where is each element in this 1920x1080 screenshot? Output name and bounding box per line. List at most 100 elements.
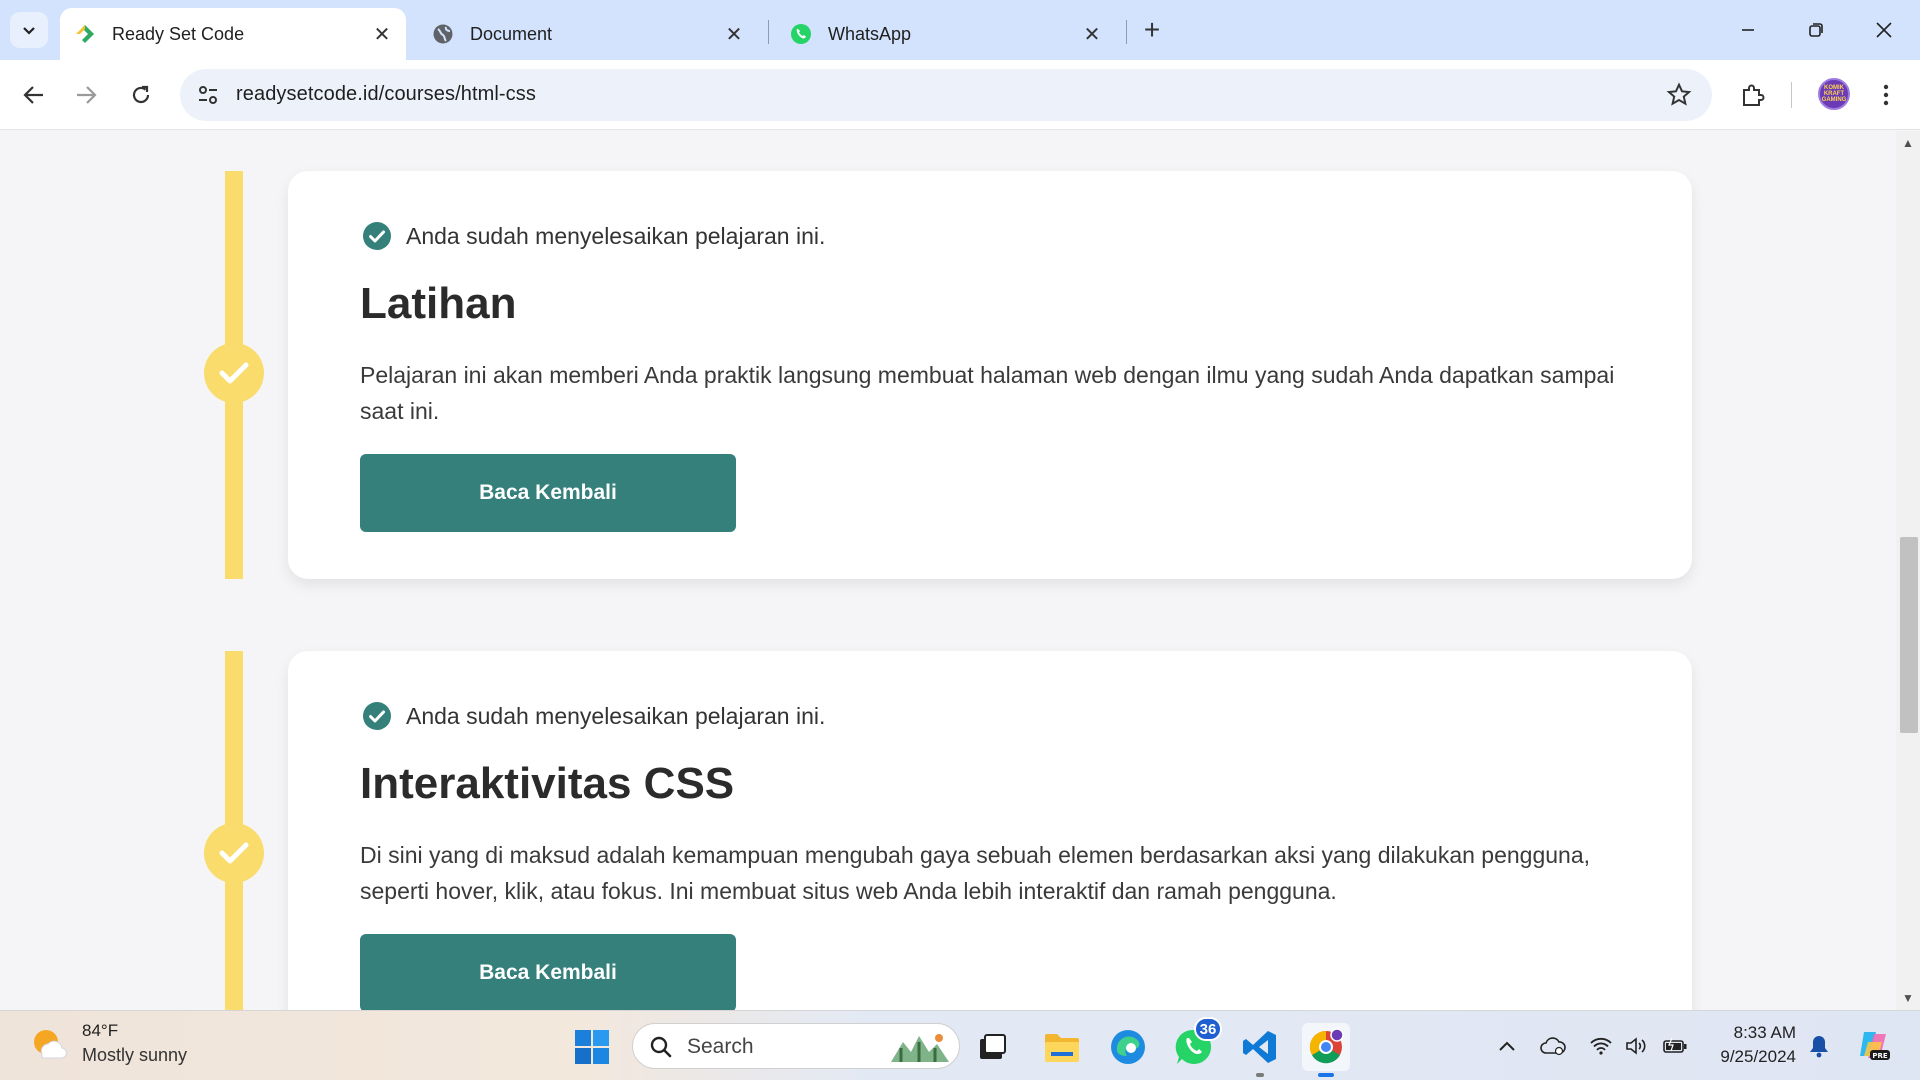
reload-icon — [132, 85, 150, 104]
browser-tab-strip: Ready Set Code ✕ Document ✕ WhatsApp ✕ + — [0, 0, 1920, 60]
task-view-icon — [980, 1034, 1006, 1059]
page-scrollbar[interactable]: ▲ ▼ — [1896, 131, 1920, 1010]
windows-taskbar: 84°F Mostly sunny Search 36 8:33 AM 9/25… — [0, 1010, 1920, 1080]
tab-search-button[interactable] — [10, 12, 48, 48]
tab-label: Document — [470, 23, 553, 44]
profile-avatar[interactable]: KOMIK KRAFT GAMING — [1818, 78, 1850, 110]
url-text[interactable]: readysetcode.id/courses/html-css — [236, 83, 536, 106]
site-settings-icon[interactable] — [196, 83, 220, 107]
profile-avatar-text: KOMIK KRAFT GAMING — [1821, 85, 1847, 103]
svg-text:PRE: PRE — [1872, 1052, 1888, 1060]
globe-icon — [432, 23, 454, 45]
edge-icon — [1111, 1030, 1145, 1064]
vscode-button[interactable] — [1236, 1023, 1284, 1077]
tab-separator — [768, 20, 769, 44]
search-highlight-icon — [891, 1034, 949, 1062]
lesson-card: Anda sudah menyelesaikan pelajaran ini. … — [288, 651, 1692, 1010]
completion-status: Anda sudah menyelesaikan pelajaran ini. — [362, 701, 825, 731]
close-icon[interactable]: ✕ — [720, 20, 748, 48]
check-circle-icon — [363, 222, 391, 250]
task-view-button[interactable] — [968, 1023, 1016, 1071]
chevron-down-icon — [23, 27, 35, 35]
tab-whatsapp[interactable]: WhatsApp ✕ — [776, 8, 1116, 60]
tab-label: Ready Set Code — [112, 23, 245, 44]
lesson-card: Anda sudah menyelesaikan pelajaran ini. … — [288, 171, 1692, 579]
scroll-down-arrow-icon[interactable]: ▼ — [1896, 988, 1920, 1008]
onedrive-sync-icon[interactable] — [1540, 1033, 1566, 1059]
reread-button[interactable]: Baca Kembali — [360, 454, 736, 532]
timeline-check-dot — [204, 343, 264, 403]
lesson-title: Interaktivitas CSS — [360, 759, 735, 808]
timeline-check-dot — [204, 823, 264, 883]
tab-document[interactable]: Document ✕ — [418, 8, 758, 60]
active-indicator — [1318, 1073, 1334, 1077]
taskbar-search[interactable]: Search — [632, 1023, 960, 1069]
chevron-up-icon — [1499, 1041, 1515, 1051]
extensions-button[interactable] — [1733, 75, 1773, 115]
sunny-cloud-icon — [34, 1029, 68, 1059]
restore-button[interactable] — [1786, 8, 1846, 52]
lesson-description: Pelajaran ini akan memberi Anda praktik … — [360, 362, 1615, 424]
completion-status: Anda sudah menyelesaikan pelajaran ini. — [362, 221, 825, 251]
lesson-title: Latihan — [360, 279, 517, 328]
volume-icon[interactable] — [1624, 1033, 1650, 1059]
scroll-up-arrow-icon[interactable]: ▲ — [1896, 133, 1920, 153]
page-content: Anda sudah menyelesaikan pelajaran ini. … — [0, 131, 1896, 1010]
arrow-right-icon — [77, 86, 97, 104]
back-button[interactable] — [14, 75, 54, 115]
weather-description: Mostly sunny — [82, 1045, 188, 1065]
completion-text: Anda sudah menyelesaikan pelajaran ini. — [406, 222, 826, 249]
reload-button[interactable] — [121, 75, 161, 115]
restore-icon — [1809, 23, 1823, 37]
completion-text: Anda sudah menyelesaikan pelajaran ini. — [406, 702, 826, 729]
notification-bell-icon[interactable] — [1806, 1033, 1832, 1059]
clock-time: 8:33 AM — [1733, 1023, 1796, 1042]
more-vertical-icon — [1883, 84, 1889, 106]
reread-button[interactable]: Baca Kembali — [360, 934, 736, 1010]
address-bar[interactable]: readysetcode.id/courses/html-css — [180, 69, 1712, 121]
weather-widget[interactable]: 84°F Mostly sunny — [28, 1021, 187, 1066]
minimize-icon — [1742, 29, 1754, 31]
toolbar-divider — [1791, 82, 1792, 108]
search-icon — [650, 1036, 672, 1058]
start-button[interactable] — [568, 1023, 616, 1071]
close-icon[interactable]: ✕ — [368, 20, 396, 48]
minimize-button[interactable] — [1718, 8, 1778, 52]
copilot-icon[interactable]: PRE — [1856, 1027, 1892, 1063]
lesson-description: Di sini yang di maksud adalah kemampuan … — [360, 842, 1591, 904]
checkmark-icon — [219, 842, 249, 864]
tab-separator — [1126, 20, 1127, 44]
battery-icon[interactable] — [1662, 1033, 1688, 1059]
check-circle-icon — [363, 702, 391, 730]
vscode-icon — [1243, 1031, 1276, 1063]
wifi-icon[interactable] — [1588, 1033, 1614, 1059]
forward-button[interactable] — [66, 75, 106, 115]
whatsapp-icon — [790, 23, 812, 45]
new-tab-button[interactable]: + — [1136, 14, 1168, 46]
browser-toolbar: readysetcode.id/courses/html-css KOMIK K… — [0, 60, 1920, 130]
scrollbar-thumb[interactable] — [1900, 537, 1918, 733]
tab-label: WhatsApp — [828, 23, 912, 44]
close-icon — [1876, 22, 1892, 38]
checkmark-icon — [219, 362, 249, 384]
chrome-button[interactable] — [1302, 1023, 1350, 1077]
whatsapp-app-button[interactable]: 36 — [1170, 1017, 1222, 1071]
show-hidden-icons-button[interactable] — [1494, 1033, 1520, 1059]
weather-temperature: 84°F — [82, 1021, 119, 1040]
tab-ready-set-code[interactable]: Ready Set Code ✕ — [60, 8, 406, 60]
notification-badge: 36 — [1194, 1017, 1222, 1041]
folder-icon — [1045, 1034, 1079, 1062]
arrow-left-icon — [23, 86, 43, 104]
clock-date: 9/25/2024 — [1720, 1047, 1796, 1066]
search-label: Search — [687, 1035, 754, 1058]
puzzle-icon — [1743, 84, 1765, 106]
bookmark-star-icon[interactable] — [1666, 82, 1692, 108]
readysetcode-logo-icon — [74, 23, 96, 45]
chrome-icon — [1309, 1028, 1344, 1064]
file-explorer-button[interactable] — [1038, 1023, 1086, 1071]
edge-browser-button[interactable] — [1104, 1023, 1152, 1071]
close-window-button[interactable] — [1854, 8, 1914, 52]
browser-menu-button[interactable] — [1866, 75, 1906, 115]
close-icon[interactable]: ✕ — [1078, 20, 1106, 48]
system-clock[interactable]: 8:33 AM 9/25/2024 — [1706, 1021, 1796, 1069]
